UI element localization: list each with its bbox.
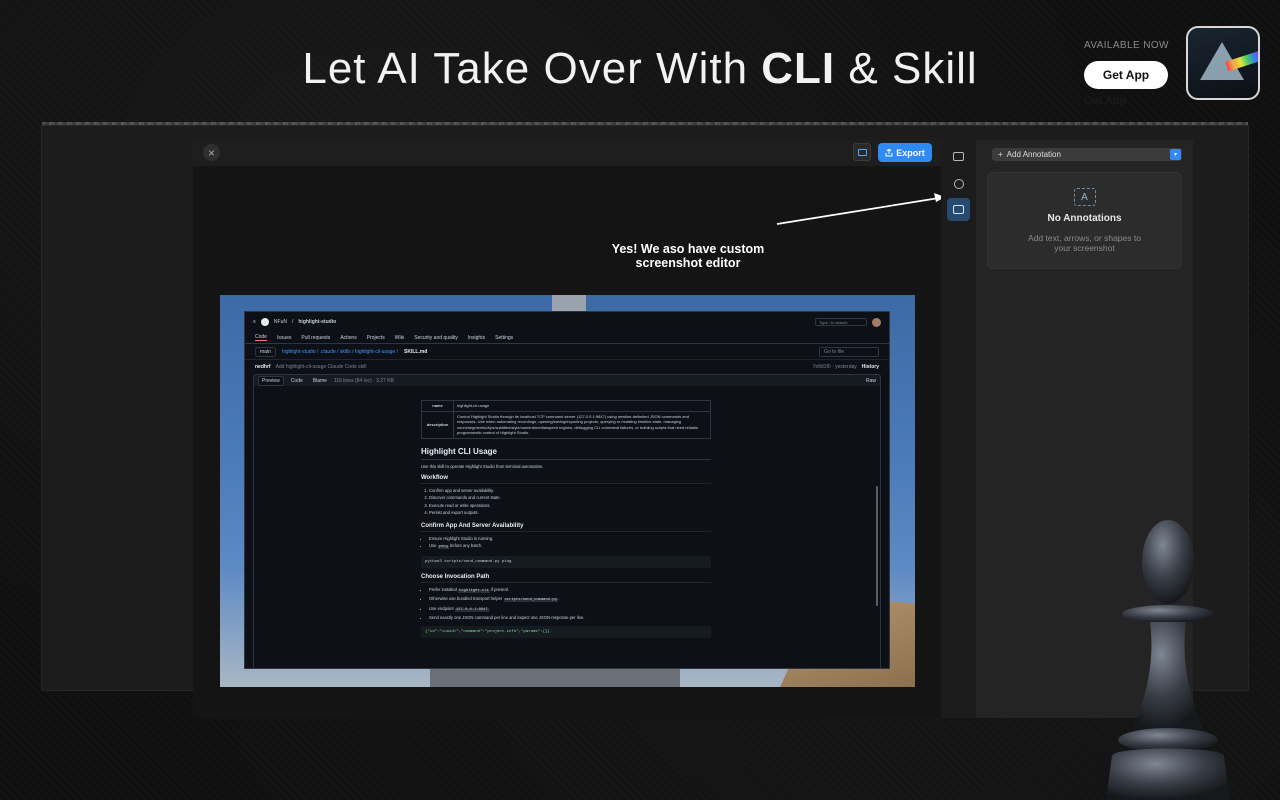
- doc-title: Highlight CLI Usage: [421, 447, 711, 460]
- app-icon[interactable]: [1186, 26, 1260, 100]
- screenshot-image[interactable]: ≡ NFuN / highlight-studio Type / to sear…: [220, 295, 915, 687]
- breadcrumb-path[interactable]: highlight-studio / .claude / skills / hi…: [282, 349, 398, 355]
- org-name[interactable]: NFuN: [274, 319, 287, 325]
- file-toolbar: Preview Code Blame 116 lines (84 loc) · …: [253, 374, 881, 386]
- commit-meta: 7e8d1f0 · yesterday: [812, 364, 857, 370]
- markdown-body: name highlight-cli-usage description Con…: [253, 386, 881, 668]
- table-key: name: [421, 400, 454, 412]
- list-item: Otherwise use bundled transport helper s…: [429, 595, 711, 605]
- list-item: Confirm app and server availability.: [429, 487, 711, 495]
- tab-actions[interactable]: Actions: [340, 335, 356, 341]
- list-item: Execute read or write operations.: [429, 502, 711, 510]
- tab-security[interactable]: Security and quality: [414, 335, 458, 341]
- table-value: highlight-cli-usage: [453, 400, 711, 412]
- latest-commit: nedhrf Add highlight-cli-usage Claude Co…: [245, 360, 889, 374]
- tab-code[interactable]: Code: [255, 334, 267, 341]
- workflow-list: Confirm app and server availability. Dis…: [421, 487, 711, 517]
- text-annotation-icon: A: [1073, 188, 1096, 206]
- table-row: name highlight-cli-usage: [421, 400, 711, 412]
- menu-icon[interactable]: ≡: [253, 319, 256, 325]
- inline-code: ping: [437, 545, 449, 549]
- tab-preview[interactable]: Preview: [258, 375, 284, 386]
- history-link[interactable]: History: [862, 364, 879, 370]
- tab-insights[interactable]: Insights: [468, 335, 485, 341]
- commit-message[interactable]: Add highlight-cli-usage Claude Code skil…: [276, 364, 367, 370]
- repo-name[interactable]: highlight-studio: [298, 319, 336, 325]
- get-app-button[interactable]: Get App: [1084, 61, 1168, 89]
- chevron-down-icon[interactable]: ▾: [1170, 149, 1181, 160]
- avatar[interactable]: [872, 317, 881, 327]
- image-icon: [953, 152, 964, 161]
- empty-state: A No Annotations Add text, arrows, or sh…: [987, 172, 1182, 269]
- table-value: Control Highlight Studio through its loc…: [453, 410, 711, 439]
- github-header: ≡ NFuN / highlight-studio Type / to sear…: [245, 312, 889, 332]
- tab-projects[interactable]: Projects: [367, 335, 385, 341]
- add-annotation-label: Add Annotation: [1006, 150, 1061, 159]
- list-item: Prefer installed highlight-cli if presen…: [429, 586, 711, 596]
- breadcrumb: main highlight-studio / .claude / skills…: [245, 344, 889, 360]
- invocation-list: Prefer installed highlight-cli if presen…: [421, 586, 711, 622]
- inline-code: scripts/send_command.py: [503, 598, 558, 602]
- list-item: Discover commands and current state.: [429, 494, 711, 502]
- tab-pull-requests[interactable]: Pull requests: [301, 335, 330, 341]
- github-window: ≡ NFuN / highlight-studio Type / to sear…: [244, 311, 890, 669]
- inline-code: highlight-cli: [458, 588, 490, 593]
- tab-blame[interactable]: Blame: [310, 377, 330, 385]
- github-logo-icon[interactable]: [260, 318, 269, 326]
- table-key: description: [421, 410, 454, 439]
- tab-settings[interactable]: Settings: [495, 335, 513, 341]
- heading-invocation: Choose Invocation Path: [421, 574, 711, 583]
- get-app-ghost-text: Get App: [1084, 95, 1127, 107]
- go-to-file-input[interactable]: Go to file: [819, 346, 879, 357]
- table-row: description Control Highlight Studio thr…: [421, 410, 711, 439]
- list-item: Ensure Highlight Studio is running.: [429, 535, 711, 543]
- chess-pawn-illustration: [1106, 520, 1230, 800]
- github-search-input[interactable]: Type / to search: [815, 318, 867, 326]
- tab-wiki[interactable]: Wiki: [395, 335, 404, 341]
- add-annotation-dropdown[interactable]: + Add Annotation ▾: [992, 148, 1182, 161]
- repo-nav: Code Issues Pull requests Actions Projec…: [245, 332, 889, 344]
- annotation-tool-button[interactable]: [947, 198, 970, 221]
- tab-issues[interactable]: Issues: [277, 335, 291, 341]
- empty-subtitle: Add text, arrows, or shapes to your scre…: [1028, 233, 1141, 253]
- frontmatter-table: name highlight-cli-usage description Con…: [421, 400, 711, 439]
- heading-confirm: Confirm App And Server Availability: [421, 523, 711, 532]
- promo-block: AVAILABLE NOW Get App Get App: [1084, 40, 1184, 107]
- plus-icon: +: [998, 150, 1003, 159]
- file-meta: 116 lines (84 loc) · 3.27 KB: [333, 377, 394, 384]
- list-item: Use endpoint 127.0.0.1:9847.: [429, 605, 711, 615]
- commit-author[interactable]: nedhrf: [255, 364, 271, 370]
- confirm-list: Ensure Highlight Studio is running. Use …: [421, 535, 711, 552]
- layers-tool-button[interactable]: [947, 172, 970, 195]
- image-tool-button[interactable]: [947, 145, 970, 168]
- empty-title: No Annotations: [1047, 213, 1122, 224]
- doc-intro: Use this skill to operate Highlight Stud…: [421, 463, 544, 469]
- list-item: Use ping before any batch.: [429, 542, 711, 552]
- hero-title-bold: CLI: [761, 44, 836, 93]
- raw-button[interactable]: Raw: [866, 378, 876, 384]
- code-block[interactable]: {"id":"<uuid>","command":"project.info",…: [421, 625, 711, 638]
- scrollbar[interactable]: [876, 486, 878, 606]
- tool-rail: [941, 140, 976, 718]
- branch-selector[interactable]: main: [255, 346, 276, 357]
- tab-code-view[interactable]: Code: [288, 377, 306, 385]
- building-decoration: [430, 667, 680, 687]
- screenshot-editor-window: × Export ≡ NFuN / highlight-studio Type …: [193, 140, 1193, 718]
- available-now-label: AVAILABLE NOW: [1084, 40, 1169, 51]
- inline-code: 127.0.0.1:9847: [454, 607, 489, 612]
- annotation-icon: [953, 205, 964, 214]
- layers-icon: [953, 178, 964, 189]
- heading-workflow: Workflow: [421, 475, 711, 484]
- list-item: Persist and export outputs.: [429, 509, 711, 517]
- breadcrumb-file: SKILL.md: [404, 348, 428, 355]
- list-item: Send exactly one JSON command per line a…: [429, 614, 711, 622]
- code-block[interactable]: python3 scripts/send_command.py ping: [421, 555, 711, 568]
